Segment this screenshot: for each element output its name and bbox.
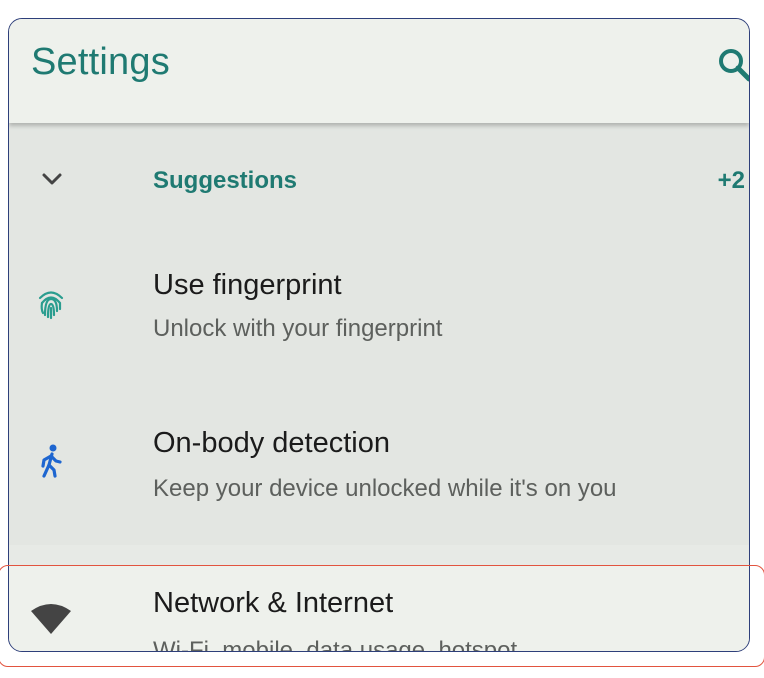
settings-item-title: Network & Internet (153, 587, 394, 619)
suggestion-subtitle: Unlock with your fingerprint (153, 315, 443, 342)
app-bar: Settings (9, 19, 749, 123)
walking-person-icon (33, 443, 69, 479)
suggestion-item-on-body-detection[interactable]: On-body detection Keep your device unloc… (9, 407, 749, 527)
suggestions-count: +2 (717, 167, 745, 194)
suggestions-header[interactable]: Suggestions +2 (9, 153, 749, 213)
suggestion-item-fingerprint[interactable]: Use fingerprint Unlock with your fingerp… (9, 251, 749, 361)
settings-item-network-internet[interactable]: Network & Internet Wi-Fi, mobile, data u… (9, 565, 749, 652)
fingerprint-icon (33, 285, 69, 321)
suggestion-subtitle: Keep your device unlocked while it's on … (153, 475, 617, 502)
wifi-icon (29, 603, 73, 635)
suggestions-label: Suggestions (153, 167, 298, 194)
suggestion-title: Use fingerprint (153, 269, 342, 301)
chevron-down-icon[interactable] (41, 171, 63, 187)
suggestion-title: On-body detection (153, 427, 390, 459)
settings-item-subtitle: Wi-Fi, mobile, data usage, hotspot (153, 637, 518, 652)
search-icon[interactable] (715, 45, 749, 85)
settings-screen: Settings Suggestions +2 Use fingerprint … (8, 18, 750, 652)
page-title: Settings (31, 41, 170, 83)
